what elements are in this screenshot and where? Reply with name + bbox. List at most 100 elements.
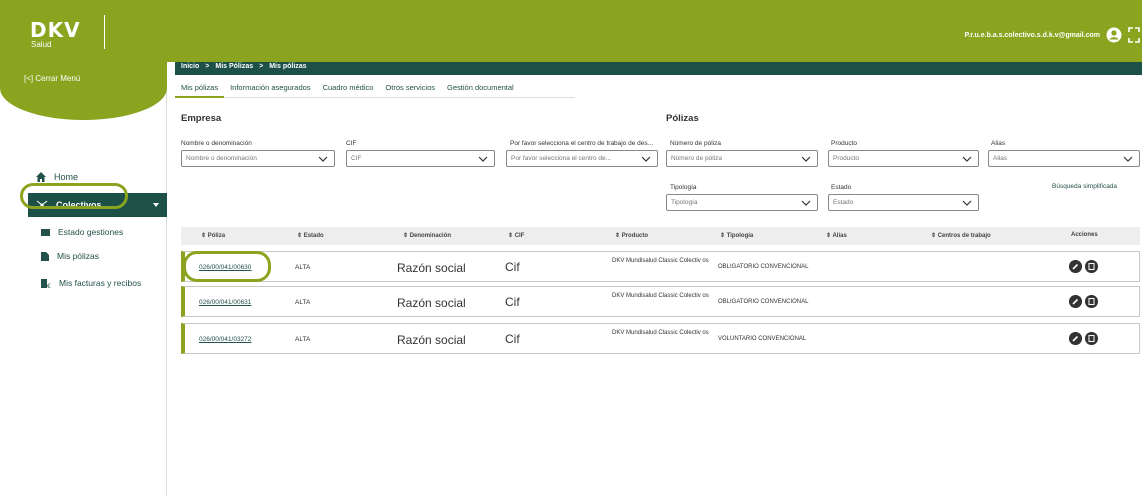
edit-icon[interactable] bbox=[1069, 332, 1082, 345]
sidebar-item-estado-gestiones[interactable]: Estado gestiones bbox=[41, 227, 123, 237]
empresa-title: Empresa bbox=[181, 113, 222, 124]
tipologia-cell: OBLIGATORIO CONVENCIONAL bbox=[718, 299, 809, 305]
cif-cell: Cif bbox=[505, 332, 520, 346]
column-header-cif[interactable]: ⇕ CIF bbox=[508, 232, 524, 239]
breadcrumb-separator: > bbox=[259, 63, 264, 70]
producto-cell: DKV Mundisalud Classic Colectiv os bbox=[612, 293, 709, 299]
producto-cell: DKV Mundisalud Classic Colectiv os bbox=[612, 258, 709, 264]
sidebar-header: [<] Cerrar Menú bbox=[0, 62, 167, 120]
tipologia-label: Tipología bbox=[670, 184, 697, 191]
tab-cuadro-medico[interactable]: Cuadro médico bbox=[317, 80, 380, 98]
tab-informacion-asegurados[interactable]: Información asegurados bbox=[224, 80, 316, 98]
select-placeholder: Estado bbox=[833, 199, 854, 206]
sidebar-item-label: Estado gestiones bbox=[58, 227, 124, 237]
dkv-logo[interactable]: DKV bbox=[30, 20, 81, 40]
numero-label: Número de póliza bbox=[670, 140, 721, 147]
tab-mis-polizas[interactable]: Mis pólizas bbox=[175, 80, 225, 98]
producto-cell: DKV Mundisalud Classic Colectiv os bbox=[612, 330, 709, 336]
sidebar-item-mis-facturas[interactable]: € Mis facturas y recibos bbox=[41, 278, 141, 288]
invoice-icon: € bbox=[41, 278, 51, 288]
column-header-centros[interactable]: ⇕ Centros de trabajo bbox=[931, 232, 991, 239]
table-row: 026/00/041/00630 ALTA Razón social Cif D… bbox=[181, 251, 1140, 282]
sidebar-item-mis-polizas[interactable]: Mis pólizas bbox=[41, 251, 99, 261]
nombre-select[interactable]: Nombre o denominación bbox=[181, 150, 335, 167]
estado-select[interactable]: Estado bbox=[828, 194, 979, 211]
denominacion-cell: Razón social bbox=[397, 261, 466, 275]
poliza-link[interactable]: 026/00/041/03272 bbox=[199, 336, 251, 343]
tipologia-select[interactable]: Tipología bbox=[666, 194, 818, 211]
document-icon[interactable] bbox=[1085, 332, 1098, 345]
cif-label: CIF bbox=[346, 140, 357, 147]
breadcrumb-item: Mis pólizas bbox=[269, 63, 307, 70]
tipologia-cell: VOLUNTARIO CONVENCIONAL bbox=[718, 336, 807, 342]
sidebar: [<] Cerrar Menú Home Colectivos Estado g… bbox=[0, 62, 167, 496]
user-email[interactable]: P.r.u.e.b.a.s.colectivo.s.d.k.v@gmail.co… bbox=[965, 32, 1100, 39]
select-placeholder: Tipología bbox=[671, 199, 698, 206]
select-placeholder: CIF bbox=[351, 155, 362, 162]
alias-label: Alias bbox=[991, 140, 1006, 147]
select-placeholder: Por favor selecciona el centro de... bbox=[511, 155, 612, 162]
polizas-title: Pólizas bbox=[666, 113, 699, 124]
svg-text:€: € bbox=[47, 283, 51, 288]
chevron-down-icon bbox=[318, 156, 328, 162]
logo-subtitle: Salud bbox=[31, 40, 52, 49]
chevron-down-icon bbox=[801, 156, 811, 162]
edit-icon[interactable] bbox=[1069, 295, 1082, 308]
centro-select[interactable]: Por favor selecciona el centro de... bbox=[506, 150, 658, 167]
column-header-denominacion[interactable]: ⇕ Denominación bbox=[403, 232, 451, 239]
estado-label: Estado bbox=[831, 184, 852, 191]
folder-icon bbox=[41, 229, 50, 236]
simple-search-link[interactable]: Búsqueda simplificada bbox=[1052, 183, 1117, 190]
breadcrumb-item[interactable]: Inicio bbox=[181, 63, 199, 70]
chevron-down-icon bbox=[801, 200, 811, 206]
column-header-alias[interactable]: ⇕ Alias bbox=[826, 232, 847, 239]
column-header-poliza[interactable]: ⇕ Póliza bbox=[201, 232, 225, 239]
column-header-acciones: Acciones bbox=[1071, 232, 1098, 238]
column-header-producto[interactable]: ⇕ Producto bbox=[615, 232, 648, 239]
logo-divider bbox=[104, 15, 105, 49]
denominacion-cell: Razón social bbox=[397, 333, 466, 347]
chevron-down-icon bbox=[478, 156, 488, 162]
tab-gestion-documental[interactable]: Gestión documental bbox=[441, 80, 520, 98]
select-placeholder: Nombre o denominación bbox=[186, 155, 257, 162]
cif-select[interactable]: CIF bbox=[346, 150, 495, 167]
select-placeholder: Número de póliza bbox=[671, 155, 722, 162]
alias-select[interactable]: Alias bbox=[988, 150, 1140, 167]
edit-icon[interactable] bbox=[1069, 260, 1082, 273]
centro-label: Por favor selecciona el centro de trabaj… bbox=[510, 140, 654, 147]
document-icon[interactable] bbox=[1085, 295, 1098, 308]
user-icon[interactable] bbox=[1106, 27, 1122, 43]
expand-icon[interactable] bbox=[1128, 27, 1140, 43]
producto-label: Producto bbox=[831, 140, 858, 147]
chevron-down-icon bbox=[641, 156, 651, 162]
estado-cell: ALTA bbox=[295, 299, 311, 306]
highlight-ring bbox=[183, 251, 271, 282]
column-header-estado[interactable]: ⇕ Estado bbox=[297, 232, 324, 239]
column-header-tipologia[interactable]: ⇕ Tipología bbox=[720, 232, 753, 239]
poliza-link[interactable]: 026/00/041/00631 bbox=[199, 299, 251, 306]
breadcrumb-separator: > bbox=[205, 63, 210, 70]
sidebar-item-label: Home bbox=[54, 172, 79, 182]
cif-cell: Cif bbox=[505, 260, 520, 274]
tab-bar: Mis pólizas Información asegurados Cuadr… bbox=[175, 80, 575, 98]
home-icon bbox=[36, 172, 46, 182]
chevron-down-icon bbox=[153, 203, 159, 207]
chevron-down-icon bbox=[962, 200, 972, 206]
select-placeholder: Producto bbox=[833, 155, 860, 162]
producto-select[interactable]: Producto bbox=[828, 150, 979, 167]
document-icon bbox=[41, 251, 49, 261]
sidebar-item-home[interactable]: Home bbox=[36, 172, 78, 182]
chevron-down-icon bbox=[962, 156, 972, 162]
tab-otros-servicios[interactable]: Otros servicios bbox=[379, 80, 441, 98]
numero-select[interactable]: Número de póliza bbox=[666, 150, 818, 167]
tipologia-cell: OBLIGATORIO CONVENCIONAL bbox=[718, 264, 809, 270]
highlight-ring bbox=[20, 183, 128, 209]
breadcrumb-item[interactable]: Mis Pólizas bbox=[215, 63, 253, 70]
document-icon[interactable] bbox=[1085, 260, 1098, 273]
estado-cell: ALTA bbox=[295, 264, 311, 271]
table-row: 026/00/041/00631 ALTA Razón social Cif D… bbox=[181, 286, 1140, 317]
denominacion-cell: Razón social bbox=[397, 296, 466, 310]
close-menu-button[interactable]: [<] Cerrar Menú bbox=[24, 74, 80, 83]
sidebar-item-label: Mis facturas y recibos bbox=[59, 278, 142, 288]
cif-cell: Cif bbox=[505, 295, 520, 309]
